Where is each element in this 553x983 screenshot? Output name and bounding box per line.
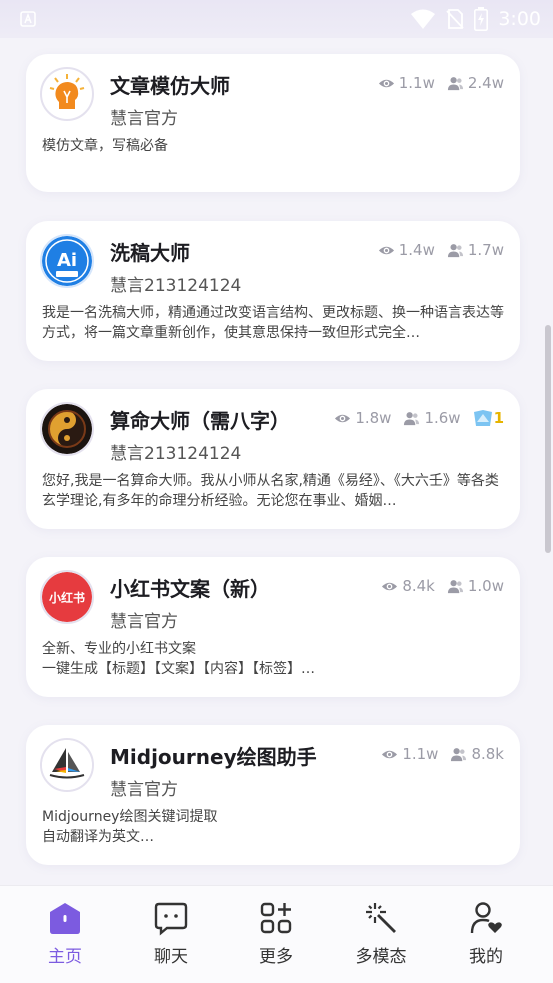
yin-yang-icon: [42, 404, 92, 454]
bot-author: 慧言官方: [110, 780, 178, 800]
bot-author: 慧言官方: [110, 612, 178, 632]
nav-label: 更多: [259, 947, 293, 967]
bot-stats: 1.4w 1.7w: [378, 241, 504, 259]
users-icon: [447, 243, 463, 257]
lightbulb-head-icon: [43, 70, 91, 118]
bot-avatar: Ai: [40, 234, 94, 288]
bot-title: Midjourney绘图助手: [110, 745, 317, 769]
eye-icon: [382, 750, 398, 758]
bot-description: 我是一名洗稿大师，精通通过改变语言结构、更改标题、换一种语言表达等方式，将一篇文…: [42, 305, 504, 341]
bot-card[interactable]: 算命大师（需八字） 慧言213124124 您好,我是一名算命大师。我从小师从名…: [26, 389, 520, 529]
nav-chat[interactable]: 聊天: [131, 900, 211, 970]
users-stat: 8.8k: [450, 745, 504, 763]
users-count: 1.7w: [467, 241, 504, 259]
bot-card[interactable]: Midjourney绘图助手 慧言官方 Midjourney绘图关键词提取 自动…: [26, 725, 520, 865]
bot-card[interactable]: 文章模仿大师 慧言官方 模仿文章，写稿必备 1.1w 2.4w: [26, 54, 520, 192]
no-sim-icon: [446, 9, 464, 29]
bot-title: 算命大师（需八字）: [110, 409, 290, 433]
views-stat: 1.1w: [378, 74, 435, 92]
bot-avatar: [40, 738, 94, 792]
users-icon: [451, 747, 467, 761]
eye-icon: [335, 414, 351, 422]
status-bar: 3:00: [0, 0, 553, 38]
scrollbar[interactable]: [545, 325, 551, 553]
chat-icon: [154, 902, 188, 936]
eye-icon: [378, 246, 394, 254]
xiaohongshu-avatar-text: 小红书: [49, 590, 85, 605]
nav-profile[interactable]: 我的: [446, 900, 526, 970]
bot-title: 文章模仿大师: [110, 74, 230, 98]
views-count: 1.4w: [398, 241, 435, 259]
clock: 3:00: [498, 8, 541, 30]
rank-badge: 1: [473, 409, 504, 427]
bot-avatar: [40, 67, 94, 121]
bot-description: 全新、专业的小红书文案 一键生成【标题】【文案】【内容】【标签】…: [42, 641, 315, 677]
bot-author: 慧言官方: [110, 109, 178, 129]
bottom-nav: 主页 聊天 更多 多模态 我的: [0, 885, 553, 983]
users-icon: [447, 579, 463, 593]
views-stat: 1.4w: [378, 241, 435, 259]
bot-title: 小红书文案（新）: [110, 577, 270, 601]
users-icon: [404, 411, 420, 425]
nav-multimodal[interactable]: 多模态: [341, 900, 421, 970]
bot-description: 模仿文章，写稿必备: [42, 138, 168, 154]
users-stat: 1.7w: [447, 241, 504, 259]
ai-writing-icon: Ai: [42, 236, 92, 286]
bot-author: 慧言213124124: [110, 276, 242, 296]
ai-avatar-text: Ai: [57, 250, 77, 271]
users-count: 2.4w: [467, 74, 504, 92]
users-count: 1.6w: [424, 409, 461, 427]
views-stat: 1.8w: [334, 409, 391, 427]
bot-stats: 1.1w 8.8k: [381, 745, 504, 763]
xiaohongshu-icon: 小红书: [42, 572, 92, 622]
eye-icon: [382, 582, 398, 590]
bot-description: Midjourney绘图关键词提取 自动翻译为英文…: [42, 809, 218, 845]
bot-card[interactable]: 小红书 小红书文案（新） 慧言官方 全新、专业的小红书文案 一键生成【标题】【文…: [26, 557, 520, 697]
rank-number: 1: [493, 409, 504, 427]
users-stat: 1.0w: [447, 577, 504, 595]
bot-author: 慧言213124124: [110, 444, 242, 464]
home-icon: [50, 903, 80, 934]
bot-avatar: [40, 402, 94, 456]
bot-stats: 8.4k 1.0w: [381, 577, 504, 595]
bot-stats: 1.8w 1.6w 1: [334, 409, 504, 427]
users-count: 8.8k: [471, 745, 504, 763]
users-count: 1.0w: [467, 577, 504, 595]
sailboat-icon: [42, 740, 92, 790]
nav-label: 聊天: [154, 947, 188, 967]
views-stat: 1.1w: [381, 745, 438, 763]
views-stat: 8.4k: [381, 577, 435, 595]
bot-avatar: 小红书: [40, 570, 94, 624]
medal-icon: [473, 410, 492, 426]
nav-label: 主页: [48, 947, 82, 967]
bot-description: 您好,我是一名算命大师。我从小师从名家,精通《易经》、《大六壬》等各类玄学理论,…: [42, 473, 499, 509]
apps-plus-icon: [260, 902, 292, 934]
users-stat: 2.4w: [447, 74, 504, 92]
bot-card[interactable]: Ai 洗稿大师 慧言213124124 我是一名洗稿大师，精通通过改变语言结构、…: [26, 221, 520, 361]
users-icon: [447, 76, 463, 90]
bot-stats: 1.1w 2.4w: [378, 74, 504, 92]
bot-title: 洗稿大师: [110, 241, 190, 265]
wifi-icon: [411, 9, 436, 29]
views-count: 1.1w: [402, 745, 439, 763]
users-stat: 1.6w: [403, 409, 461, 427]
profile-heart-icon: [470, 902, 502, 934]
nav-label: 我的: [469, 947, 503, 967]
app-screen: 3:00 文章模仿大师 慧言官方 模仿文章，写稿必备 1.1w 2.4w Ai …: [0, 0, 553, 983]
magic-wand-icon: [366, 903, 396, 933]
views-count: 8.4k: [402, 577, 435, 595]
notification-a-icon: [20, 11, 36, 27]
nav-more[interactable]: 更多: [236, 900, 316, 970]
views-count: 1.8w: [355, 409, 392, 427]
battery-charging-icon: [474, 7, 489, 31]
eye-icon: [378, 79, 394, 87]
nav-label: 多模态: [355, 947, 407, 967]
nav-home[interactable]: 主页: [25, 900, 105, 970]
views-count: 1.1w: [398, 74, 435, 92]
